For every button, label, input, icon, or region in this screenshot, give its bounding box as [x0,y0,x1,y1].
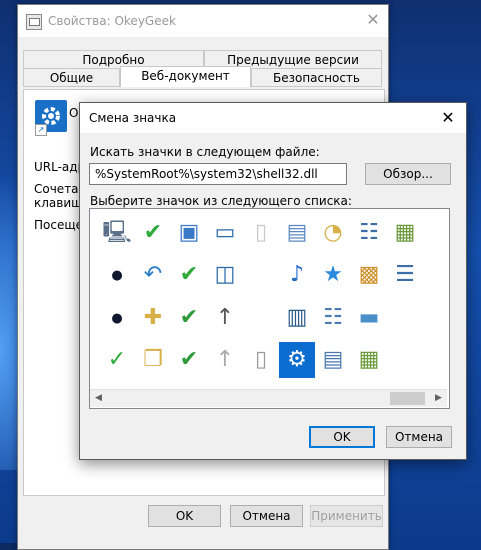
icon-cell[interactable]: ★ [315,257,351,293]
icon-cell[interactable]: ↑ [207,300,243,336]
star-icon: ★ [323,262,343,287]
panel-title-fragment: О [69,106,79,120]
desktop-taskbar-edge [0,543,17,550]
browse-button[interactable]: Обзор... [365,163,451,185]
horizontal-scrollbar[interactable]: ◀ ▶ [90,389,447,407]
window-panel-icon: ▭ [214,220,236,245]
properties-titlebar: Свойства: OkeyGeek ✕ [18,5,388,37]
users-check-icon: ✔ [179,305,199,330]
scroll-left-icon[interactable]: ◀ [90,390,107,407]
landscape-icon: ▬ [358,305,380,330]
icon-cell[interactable]: ◔ [315,215,351,251]
icon-cell[interactable]: ✓ [99,342,135,378]
image-grid-icon: ▦ [358,347,380,372]
icon-cell[interactable]: ▥ [279,300,315,336]
icon-cell[interactable]: ❐ [135,342,171,378]
tab-general[interactable]: Общие [23,68,120,87]
list-lines-icon: ☰ [395,262,415,287]
icon-cell[interactable]: ▤ [279,215,315,251]
network-list-icon: ☷ [359,220,379,245]
tab-web-document[interactable]: Веб-документ [120,66,251,87]
users-check-icon: ✔ [179,347,199,372]
media-document-icon: ▣ [178,220,200,245]
change-icon-dialog: Смена значка ✕ Искать значки в следующем… [79,102,467,460]
icon-cell[interactable]: ▤ [315,342,351,378]
blank-page-icon: ▯ [254,347,268,372]
dialog-ok-button[interactable]: OK [309,426,375,448]
gear-icon: ⚙ [287,347,307,372]
icon-cell[interactable]: ☰ [387,257,423,293]
up-arrow-icon: ↑ [215,305,235,330]
ok-button[interactable]: OK [148,505,221,527]
window-split-icon: ◫ [214,262,236,287]
icon-cell[interactable]: ♪ [279,257,315,293]
properties-title: Свойства: OkeyGeek [48,14,176,28]
scroll-right-icon[interactable]: ▶ [430,390,447,407]
icon-cell[interactable]: ● [99,300,135,336]
checkmark-icon: ✔ [143,220,163,245]
dot-icon: ● [111,267,123,283]
folder-add-icon: ✚ [143,305,163,330]
dialog-titlebar: Смена значка ✕ [80,103,466,133]
icon-cell[interactable]: ▭ [207,215,243,251]
icon-cell[interactable]: ▣ [171,215,207,251]
file-path-input[interactable]: %SystemRoot%\system32\shell32.dll [89,163,347,185]
dialog-close-icon[interactable]: ✕ [436,107,460,129]
icon-cell[interactable]: ✔ [171,257,207,293]
list-view-icon: ☷ [323,305,343,330]
document-icon: ▤ [286,220,308,245]
icon-cell[interactable]: ✚ [135,300,171,336]
web-shortcut-gear-icon: ↗ [35,100,67,136]
icon-cell[interactable]: ▯ [243,342,279,378]
icon-cell[interactable]: ◫ [207,257,243,293]
blank-folder-icon: ▯ [254,220,268,245]
icon-cell[interactable]: ▦ [387,215,423,251]
icon-cell[interactable]: ☷ [315,300,351,336]
picture-list-icon: ▤ [322,347,344,372]
icon-cell[interactable]: ▬ [351,300,387,336]
icon-cell[interactable]: ✔ [171,342,207,378]
icon-cell[interactable]: ↶ [135,257,171,293]
music-note-icon: ♪ [289,262,305,287]
photo-film-icon: ▩ [358,262,380,287]
icon-cell[interactable]: ▩ [351,257,387,293]
icon-cell[interactable]: ▦ [351,342,387,378]
dot-icon: ● [111,310,123,326]
apply-button[interactable]: Применить [310,505,383,527]
search-file-label: Искать значки в следующем файле: [90,145,320,159]
undo-arrow-icon: ↶ [143,262,163,287]
copy-files-icon: ❐ [143,347,163,372]
dialog-title: Смена значка [89,111,177,125]
icon-cell[interactable]: ↑ [207,342,243,378]
icon-cell[interactable]: ⚙ [279,342,315,378]
tab-security[interactable]: Безопасность [251,68,382,87]
cancel-button[interactable]: Отмена [230,505,303,527]
documents-check-icon: ✓ [107,347,127,372]
close-icon[interactable]: ✕ [362,9,384,31]
icon-cell[interactable]: ☷ [351,215,387,251]
icon-cell[interactable]: ✔ [171,300,207,336]
up-arrow-grey-icon: ↑ [215,347,235,372]
scrollbar-thumb[interactable] [390,392,425,405]
dialog-cancel-button[interactable]: Отмена [386,426,452,448]
icon-list[interactable]: 🖳 ✔ ▣ ▭ ▯ ▤ ◔ ☷ ▦ ● ↶ ✔ ◫ ♪ ★ ▩ ☰ ● ✚ ✔ ↑ ▥ ☷ ▬ ✓ ❐ ✔ ↑ ▯ ⚙ ▤ ▦ [89,208,450,409]
folder-clock-icon: ◔ [323,220,343,245]
checkmark-icon: ✔ [179,262,199,287]
image-gallery-icon: ▦ [394,220,416,245]
film-doc-icon: ▥ [286,305,308,330]
icon-cell[interactable]: ✔ [135,215,171,251]
icon-cell[interactable]: 🖳 [99,215,135,251]
magnifier-computer-icon: 🖳 [102,220,132,245]
window-app-icon [26,14,42,30]
icon-list-label: Выберите значок из следующего списка: [90,194,352,208]
icon-cell[interactable]: ▯ [243,215,279,251]
icon-cell[interactable]: ● [99,257,135,293]
